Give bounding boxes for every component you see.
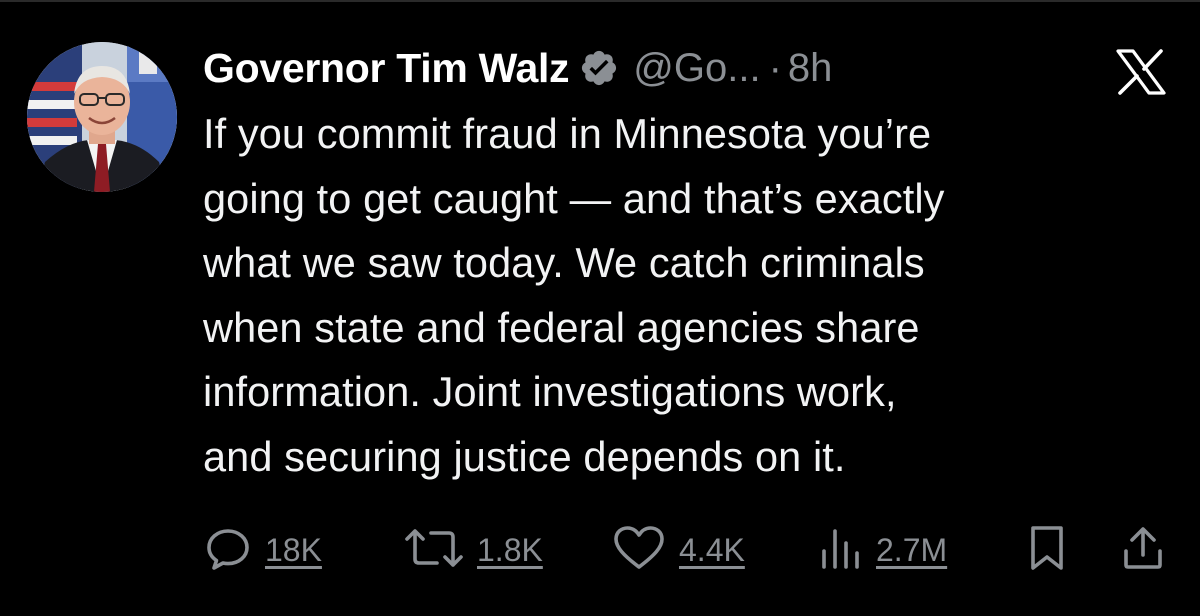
header-separator: · [768, 45, 782, 90]
like-button[interactable]: 4.4K [611, 522, 745, 578]
tweet-action-bar: 18K 1.8K 4.4K 2.7M [203, 522, 1178, 578]
tweet-header: Governor Tim Walz @Go... · 8h [203, 42, 832, 94]
share-button[interactable] [1118, 522, 1168, 578]
avatar-photo [27, 42, 177, 192]
bookmark-icon [1025, 523, 1069, 578]
x-logo-icon [1115, 49, 1167, 95]
views-button[interactable]: 2.7M [818, 522, 947, 578]
bookmark-button[interactable] [1025, 522, 1069, 578]
verified-badge-icon[interactable] [579, 48, 619, 88]
tweet-text-line: going to get caught — and that’s exactly [203, 174, 945, 222]
tweet-text-line: information. Joint investigations work, [203, 368, 897, 415]
tweet-text-line: what we saw today. We catch criminals [203, 239, 925, 286]
author-handle[interactable]: @Go... [633, 46, 760, 91]
reply-button[interactable]: 18K [203, 522, 322, 578]
tweet-card[interactable]: Governor Tim Walz @Go... · 8h If you com… [0, 0, 1200, 616]
author-display-name[interactable]: Governor Tim Walz [203, 45, 570, 92]
repost-button[interactable]: 1.8K [403, 522, 543, 578]
tweet-text-line: If you commit fraud in Minnesota you’re [203, 110, 932, 157]
author-avatar[interactable] [27, 42, 177, 192]
bar-chart-icon [818, 523, 864, 578]
reply-bubble-icon [203, 523, 253, 578]
repost-count[interactable]: 1.8K [477, 532, 543, 569]
tweet-text: If you commit fraud in Minnesota you’re … [203, 102, 1173, 489]
tweet-text-line: and securing justice depends on it. [203, 432, 846, 480]
share-upload-icon [1118, 523, 1168, 578]
repost-arrows-icon [403, 523, 465, 578]
tweet-text-line: when state and federal agencies share [203, 303, 920, 351]
views-count[interactable]: 2.7M [876, 532, 947, 569]
tweet-timestamp[interactable]: 8h [788, 46, 833, 91]
reply-count[interactable]: 18K [265, 532, 322, 569]
heart-icon [611, 523, 667, 578]
like-count[interactable]: 4.4K [679, 532, 745, 569]
